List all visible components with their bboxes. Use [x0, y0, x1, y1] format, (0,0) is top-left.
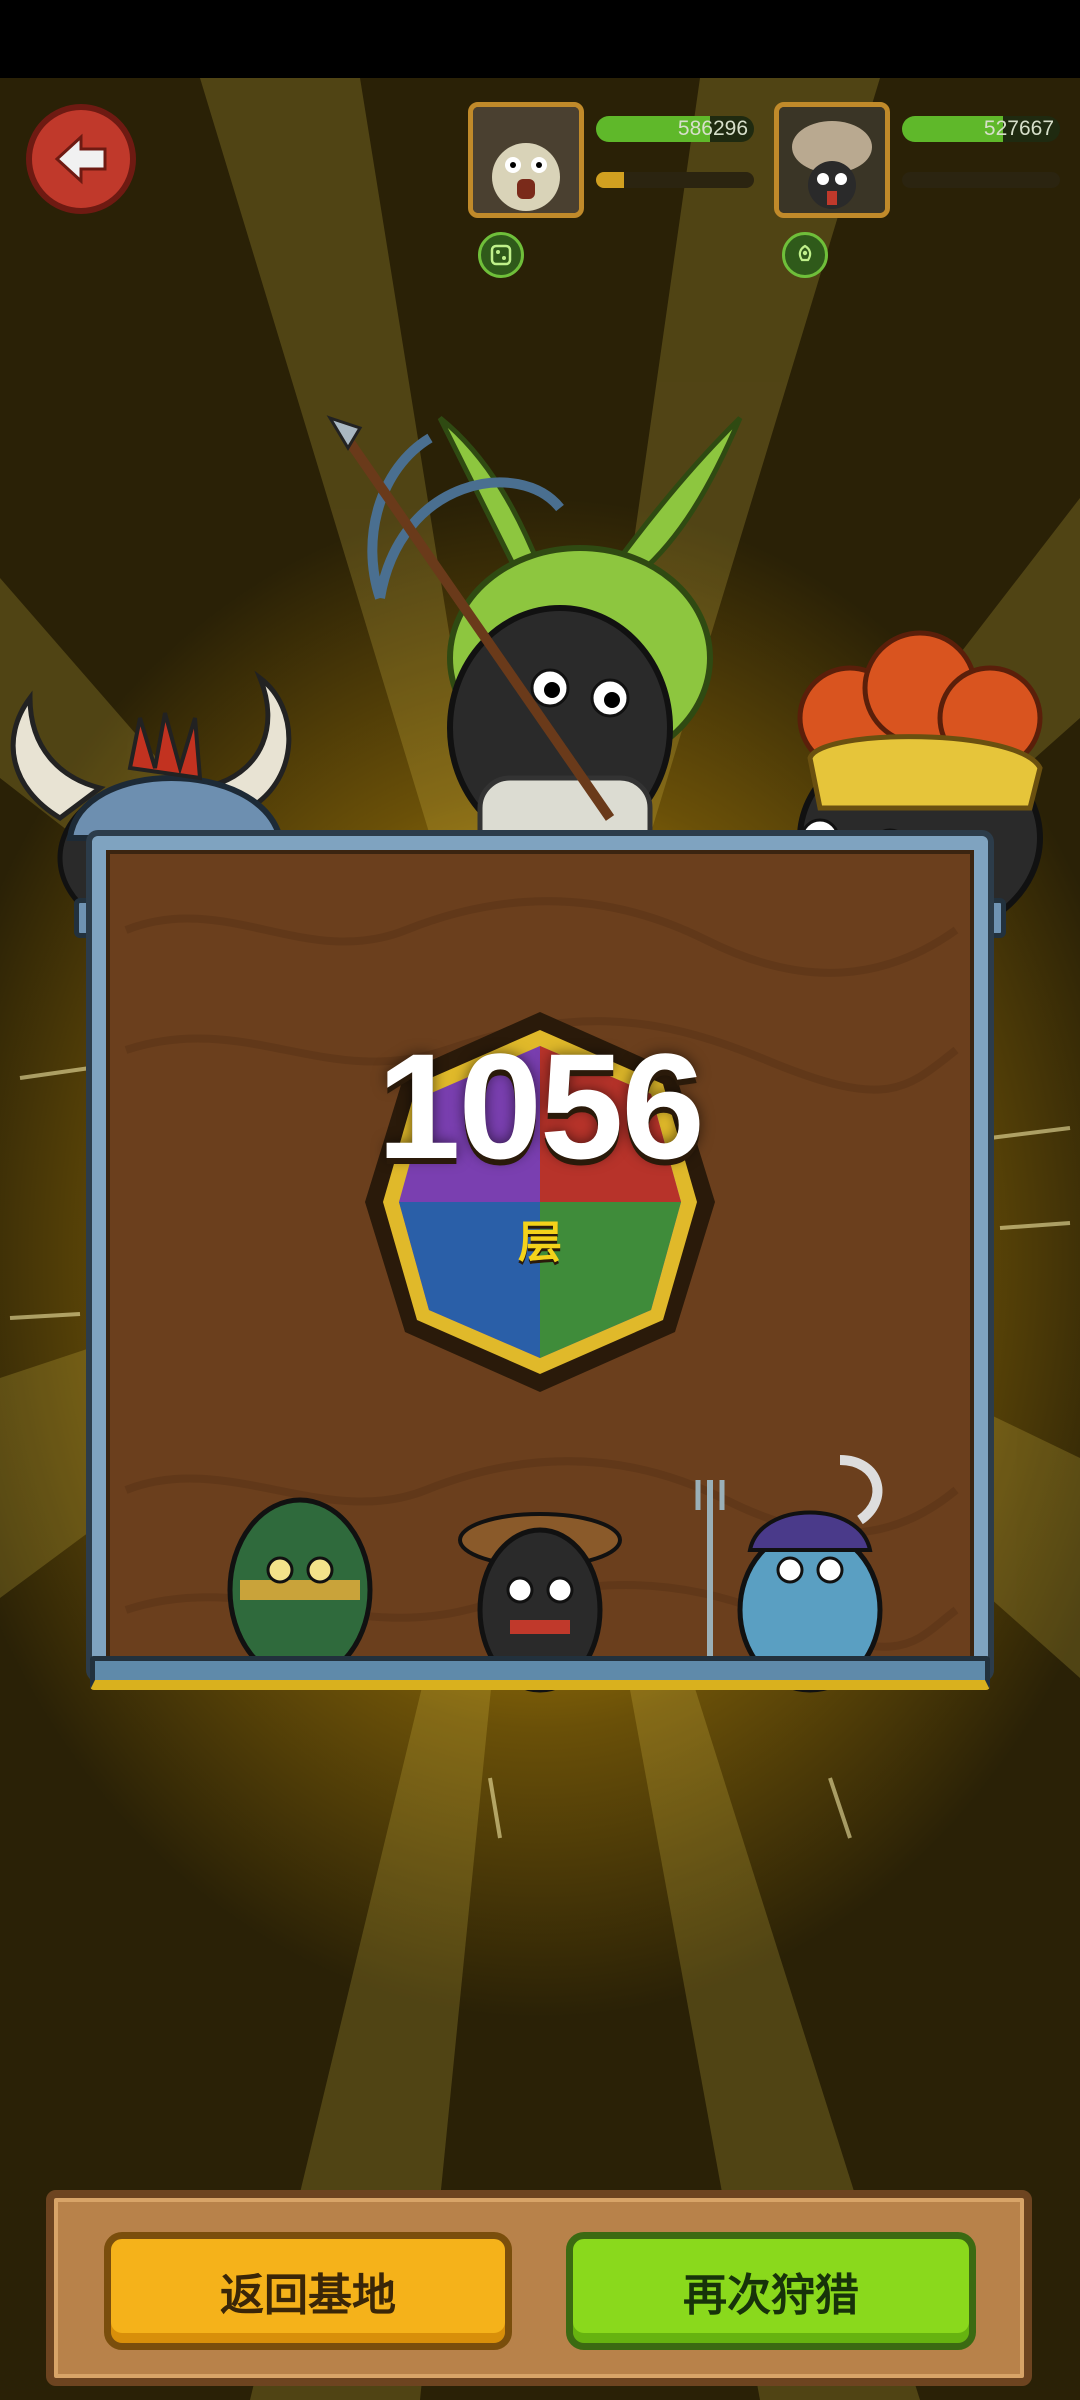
- player-card-1[interactable]: 586296: [468, 102, 758, 242]
- score-bar-1: 586296: [596, 116, 754, 142]
- player-portrait-1: [468, 102, 584, 218]
- rocket-icon[interactable]: [782, 232, 828, 278]
- return-base-label: 返回基地: [220, 2270, 396, 2321]
- return-base-button[interactable]: 返回基地: [104, 2232, 512, 2350]
- progress-bar-fill: [596, 172, 625, 188]
- score-bar-2: 527667: [902, 116, 1060, 142]
- player-portrait-2: [774, 102, 890, 218]
- player-card-2[interactable]: 527667: [774, 102, 1064, 242]
- hunt-again-label: 再次狩猎: [683, 2270, 859, 2321]
- hunt-again-button[interactable]: 再次狩猎: [566, 2232, 976, 2350]
- player-avatar: [473, 107, 579, 213]
- back-button[interactable]: [26, 104, 136, 214]
- player-avatar: [779, 107, 885, 213]
- dice-icon[interactable]: [478, 232, 524, 278]
- status-bar: [0, 0, 1080, 78]
- arrow-left-icon: [54, 133, 107, 185]
- score-value-2: 527667: [983, 117, 1054, 140]
- floor-unit-label: 层: [518, 1217, 562, 1268]
- board-bottom-frame: [90, 1656, 990, 1690]
- floor-number: 1056: [377, 1022, 705, 1190]
- progress-bar-2: [902, 172, 1060, 188]
- score-value-1: 586296: [677, 117, 748, 140]
- progress-bar-1: [596, 172, 754, 188]
